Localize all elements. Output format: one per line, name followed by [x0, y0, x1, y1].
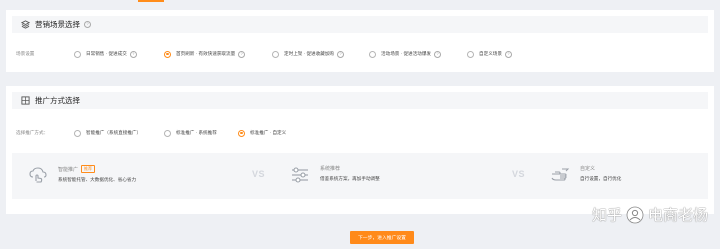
vs-label: VS — [512, 169, 526, 179]
mode-description: 自行设置，自行优化 — [580, 176, 622, 181]
vs-label: VS — [252, 169, 266, 179]
promotion-option-smart[interactable]: 智能推广（系统直接推广） — [74, 129, 164, 137]
mode-description: 借鉴系统方案，再加手动调整 — [320, 176, 380, 181]
option-label: 日常销售 · 促进成交 — [86, 51, 127, 56]
recommended-badge: 推荐 — [81, 165, 96, 173]
help-icon[interactable]: ? — [84, 21, 91, 28]
radio-icon[interactable] — [164, 129, 171, 137]
scene-option-custom[interactable]: 自定义场景 ? — [467, 50, 512, 58]
scene-option-daily[interactable]: 日常销售 · 促进成交 ? — [74, 50, 164, 58]
scene-row-label: 场景设置 — [16, 51, 35, 56]
zhihu-watermark: 知乎 电商老杨 — [592, 204, 708, 225]
radio-icon[interactable] — [272, 50, 279, 58]
mode-description: 系统智能托管、大数据优化、省心省力 — [58, 177, 137, 182]
promotion-mode-compare: 智能推广 推荐 系统智能托管、大数据优化、省心省力 VS 系统推荐 借鉴系统方案… — [12, 153, 708, 199]
promotion-row-label: 选择推广方式： — [16, 130, 49, 135]
mode-smart[interactable]: 智能推广 推荐 系统智能托管、大数据优化、省心省力 — [28, 165, 136, 189]
hand-icon — [550, 165, 570, 185]
scene-option-refresh[interactable]: 首页刷新 · 有效快速获取流量 ? — [164, 50, 272, 58]
scene-options-row: 场景设置 日常销售 · 促进成交 ? 首页刷新 · 有效快速获取流量 ? 定时上… — [16, 48, 512, 60]
promotion-method-card: 推广方式选择 选择推广方式： 智能推广（系统直接推广） 标准推广 · 系统推荐 … — [6, 86, 714, 214]
option-label: 标准推广 · 系统推荐 — [176, 130, 217, 135]
avatar-icon — [626, 206, 644, 224]
sliders-icon — [290, 165, 310, 185]
marketing-scene-header: 营销场景选择 ? — [12, 16, 708, 33]
layers-icon — [20, 20, 30, 30]
option-label: 自定义场景 — [479, 51, 502, 56]
option-label: 定时上架 · 促进收藏加购 — [284, 51, 335, 56]
radio-icon[interactable] — [369, 50, 376, 58]
radio-icon[interactable] — [74, 129, 81, 137]
mode-title: 智能推广 — [58, 166, 79, 173]
mode-title: 系统推荐 — [320, 166, 341, 172]
next-step-button[interactable]: 下一步，进入推广设置 — [350, 231, 414, 244]
active-tab-indicator — [138, 0, 164, 2]
radio-checked-icon[interactable] — [238, 129, 245, 137]
radio-icon[interactable] — [467, 50, 474, 58]
section-title: 营销场景选择 — [35, 20, 80, 29]
scene-option-scheduled[interactable]: 定时上架 · 促进收藏加购 ? — [272, 50, 369, 58]
radio-icon[interactable] — [74, 50, 81, 58]
radio-checked-icon[interactable] — [164, 50, 171, 58]
section-title: 推广方式选择 — [35, 96, 80, 105]
mode-custom[interactable]: 自定义 自行设置，自行优化 — [550, 165, 621, 189]
marketing-scene-card: 营销场景选择 ? 场景设置 日常销售 · 促进成交 ? 首页刷新 · 有效快速获… — [6, 10, 714, 72]
option-label: 活动场景 · 促进活动爆发 — [381, 51, 432, 56]
promotion-method-header: 推广方式选择 — [12, 92, 708, 109]
grid-icon — [20, 96, 30, 106]
option-label: 标准推广 · 自定义 — [250, 130, 287, 135]
watermark-left: 知乎 — [591, 206, 622, 224]
mode-recommended[interactable]: 系统推荐 借鉴系统方案，再加手动调整 — [290, 165, 380, 189]
help-icon[interactable]: ? — [337, 50, 345, 58]
promotion-option-custom[interactable]: 标准推广 · 自定义 — [238, 129, 287, 137]
help-icon[interactable]: ? — [238, 50, 246, 58]
promotion-options-row: 选择推广方式： 智能推广（系统直接推广） 标准推广 · 系统推荐 标准推广 · … — [16, 128, 286, 138]
promotion-option-recommended[interactable]: 标准推广 · 系统推荐 — [164, 129, 238, 137]
scene-option-activity[interactable]: 活动场景 · 促进活动爆发 ? — [369, 50, 467, 58]
cloud-hand-icon — [28, 165, 48, 185]
watermark-right: 电商老杨 — [647, 206, 708, 224]
help-icon[interactable]: ? — [504, 50, 512, 58]
help-icon[interactable]: ? — [434, 50, 442, 58]
help-icon[interactable]: ? — [129, 50, 137, 58]
mode-title: 自定义 — [580, 166, 596, 172]
option-label: 智能推广（系统直接推广） — [86, 130, 142, 135]
option-label: 首页刷新 · 有效快速获取流量 — [176, 51, 236, 56]
